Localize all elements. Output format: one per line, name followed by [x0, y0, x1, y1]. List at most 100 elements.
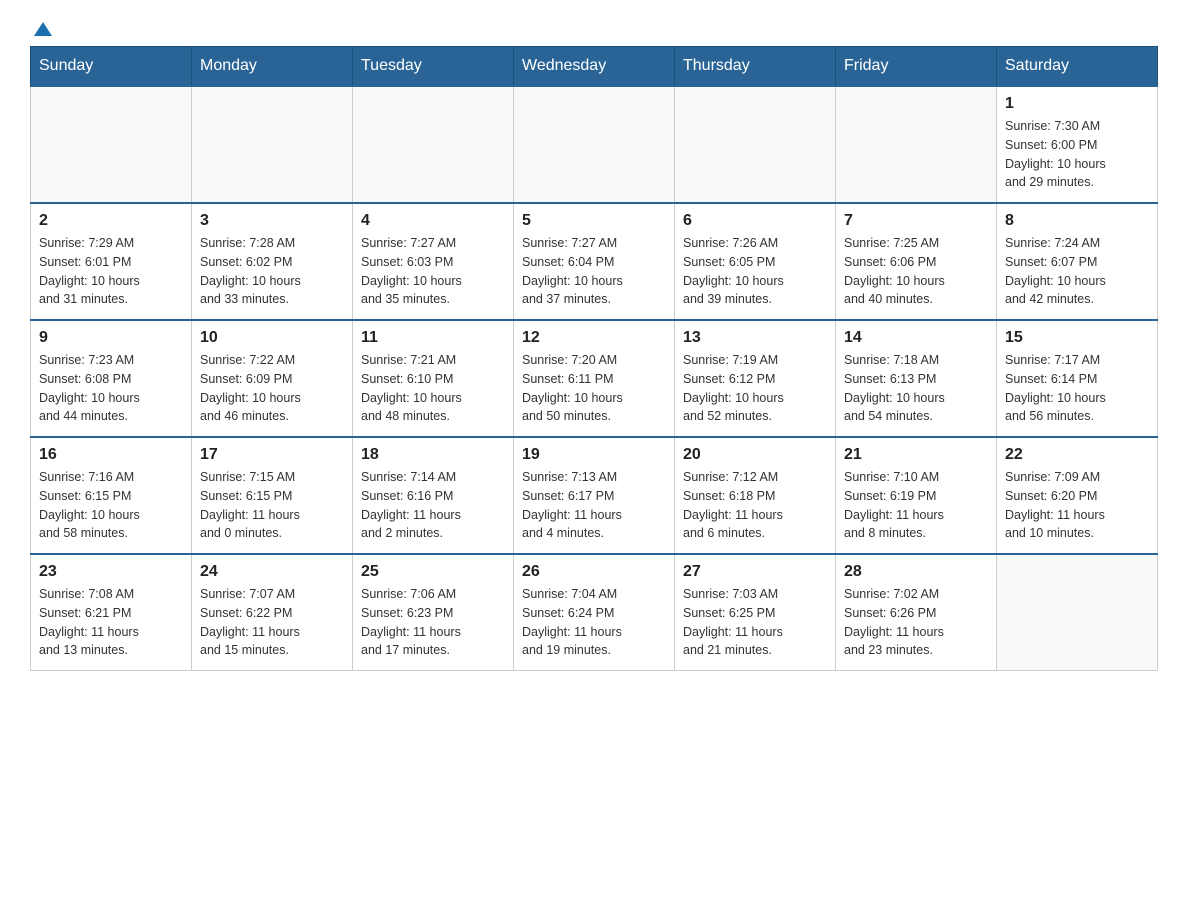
day-number: 14 — [844, 329, 988, 347]
calendar-body: 1 Sunrise: 7:30 AMSunset: 6:00 PMDaylight… — [31, 86, 1158, 671]
day-number: 4 — [361, 212, 505, 230]
day-info: Sunrise: 7:13 AMSunset: 6:17 PMDaylight:… — [522, 468, 666, 543]
calendar-cell: 26 Sunrise: 7:04 AMSunset: 6:24 PMDayligh… — [514, 554, 675, 671]
calendar-cell: 13 Sunrise: 7:19 AMSunset: 6:12 PMDayligh… — [675, 320, 836, 437]
calendar-cell: 18 Sunrise: 7:14 AMSunset: 6:16 PMDayligh… — [353, 437, 514, 554]
calendar-cell: 3 Sunrise: 7:28 AMSunset: 6:02 PMDaylight… — [192, 203, 353, 320]
page-header — [30, 20, 1158, 36]
calendar-cell: 15 Sunrise: 7:17 AMSunset: 6:14 PMDayligh… — [997, 320, 1158, 437]
day-number: 2 — [39, 212, 183, 230]
calendar-cell — [353, 86, 514, 203]
calendar-week-row: 1 Sunrise: 7:30 AMSunset: 6:00 PMDaylight… — [31, 86, 1158, 203]
day-info: Sunrise: 7:25 AMSunset: 6:06 PMDaylight:… — [844, 234, 988, 309]
calendar-cell — [31, 86, 192, 203]
day-info: Sunrise: 7:27 AMSunset: 6:03 PMDaylight:… — [361, 234, 505, 309]
calendar-cell: 5 Sunrise: 7:27 AMSunset: 6:04 PMDaylight… — [514, 203, 675, 320]
day-info: Sunrise: 7:10 AMSunset: 6:19 PMDaylight:… — [844, 468, 988, 543]
calendar-cell: 9 Sunrise: 7:23 AMSunset: 6:08 PMDaylight… — [31, 320, 192, 437]
day-number: 22 — [1005, 446, 1149, 464]
weekday-header-saturday: Saturday — [997, 47, 1158, 87]
calendar-cell: 17 Sunrise: 7:15 AMSunset: 6:15 PMDayligh… — [192, 437, 353, 554]
day-info: Sunrise: 7:07 AMSunset: 6:22 PMDaylight:… — [200, 585, 344, 660]
day-info: Sunrise: 7:18 AMSunset: 6:13 PMDaylight:… — [844, 351, 988, 426]
day-number: 21 — [844, 446, 988, 464]
calendar-cell — [675, 86, 836, 203]
day-info: Sunrise: 7:06 AMSunset: 6:23 PMDaylight:… — [361, 585, 505, 660]
day-number: 13 — [683, 329, 827, 347]
calendar-cell — [997, 554, 1158, 671]
logo-triangle-icon — [32, 18, 54, 40]
day-info: Sunrise: 7:09 AMSunset: 6:20 PMDaylight:… — [1005, 468, 1149, 543]
day-info: Sunrise: 7:20 AMSunset: 6:11 PMDaylight:… — [522, 351, 666, 426]
day-number: 15 — [1005, 329, 1149, 347]
calendar-cell: 11 Sunrise: 7:21 AMSunset: 6:10 PMDayligh… — [353, 320, 514, 437]
calendar-cell: 16Sunrise: 7:16 AMSunset: 6:15 PMDayligh… — [31, 437, 192, 554]
day-number: 7 — [844, 212, 988, 230]
calendar-cell: 25 Sunrise: 7:06 AMSunset: 6:23 PMDayligh… — [353, 554, 514, 671]
weekday-header-tuesday: Tuesday — [353, 47, 514, 87]
calendar-cell: 2 Sunrise: 7:29 AMSunset: 6:01 PMDaylight… — [31, 203, 192, 320]
weekday-header-friday: Friday — [836, 47, 997, 87]
calendar-week-row: 16Sunrise: 7:16 AMSunset: 6:15 PMDayligh… — [31, 437, 1158, 554]
weekday-header-monday: Monday — [192, 47, 353, 87]
day-number: 17 — [200, 446, 344, 464]
day-info: Sunrise: 7:22 AMSunset: 6:09 PMDaylight:… — [200, 351, 344, 426]
day-info: Sunrise: 7:02 AMSunset: 6:26 PMDaylight:… — [844, 585, 988, 660]
calendar-cell: 14 Sunrise: 7:18 AMSunset: 6:13 PMDayligh… — [836, 320, 997, 437]
weekday-header-thursday: Thursday — [675, 47, 836, 87]
day-number: 8 — [1005, 212, 1149, 230]
calendar-cell — [192, 86, 353, 203]
calendar-cell: 19 Sunrise: 7:13 AMSunset: 6:17 PMDayligh… — [514, 437, 675, 554]
day-number: 18 — [361, 446, 505, 464]
day-number: 6 — [683, 212, 827, 230]
day-info: Sunrise: 7:23 AMSunset: 6:08 PMDaylight:… — [39, 351, 183, 426]
calendar-cell: 28 Sunrise: 7:02 AMSunset: 6:26 PMDayligh… — [836, 554, 997, 671]
calendar-cell: 4 Sunrise: 7:27 AMSunset: 6:03 PMDaylight… — [353, 203, 514, 320]
day-info: Sunrise: 7:29 AMSunset: 6:01 PMDaylight:… — [39, 234, 183, 309]
calendar-cell: 6 Sunrise: 7:26 AMSunset: 6:05 PMDaylight… — [675, 203, 836, 320]
calendar-cell: 23Sunrise: 7:08 AMSunset: 6:21 PMDayligh… — [31, 554, 192, 671]
calendar-cell — [514, 86, 675, 203]
day-info: Sunrise: 7:14 AMSunset: 6:16 PMDaylight:… — [361, 468, 505, 543]
day-number: 9 — [39, 329, 183, 347]
day-number: 1 — [1005, 95, 1149, 113]
day-number: 25 — [361, 563, 505, 581]
calendar-week-row: 2 Sunrise: 7:29 AMSunset: 6:01 PMDaylight… — [31, 203, 1158, 320]
weekday-header-sunday: Sunday — [31, 47, 192, 87]
logo — [30, 20, 54, 36]
calendar-header: SundayMondayTuesdayWednesdayThursdayFrid… — [31, 47, 1158, 87]
calendar-cell: 22 Sunrise: 7:09 AMSunset: 6:20 PMDayligh… — [997, 437, 1158, 554]
day-number: 5 — [522, 212, 666, 230]
day-number: 11 — [361, 329, 505, 347]
weekday-header-wednesday: Wednesday — [514, 47, 675, 87]
day-number: 19 — [522, 446, 666, 464]
calendar-cell: 24Sunrise: 7:07 AMSunset: 6:22 PMDayligh… — [192, 554, 353, 671]
day-info: Sunrise: 7:16 AMSunset: 6:15 PMDaylight:… — [39, 468, 183, 543]
calendar-cell — [836, 86, 997, 203]
day-info: Sunrise: 7:08 AMSunset: 6:21 PMDaylight:… — [39, 585, 183, 660]
day-info: Sunrise: 7:26 AMSunset: 6:05 PMDaylight:… — [683, 234, 827, 309]
calendar-cell: 20Sunrise: 7:12 AMSunset: 6:18 PMDayligh… — [675, 437, 836, 554]
calendar-cell: 12 Sunrise: 7:20 AMSunset: 6:11 PMDayligh… — [514, 320, 675, 437]
day-number: 3 — [200, 212, 344, 230]
day-info: Sunrise: 7:17 AMSunset: 6:14 PMDaylight:… — [1005, 351, 1149, 426]
day-info: Sunrise: 7:27 AMSunset: 6:04 PMDaylight:… — [522, 234, 666, 309]
day-number: 10 — [200, 329, 344, 347]
day-number: 26 — [522, 563, 666, 581]
calendar-table: SundayMondayTuesdayWednesdayThursdayFrid… — [30, 46, 1158, 671]
day-info: Sunrise: 7:03 AMSunset: 6:25 PMDaylight:… — [683, 585, 827, 660]
day-number: 27 — [683, 563, 827, 581]
day-info: Sunrise: 7:24 AMSunset: 6:07 PMDaylight:… — [1005, 234, 1149, 309]
weekday-header-row: SundayMondayTuesdayWednesdayThursdayFrid… — [31, 47, 1158, 87]
day-info: Sunrise: 7:30 AMSunset: 6:00 PMDaylight:… — [1005, 117, 1149, 192]
calendar-cell: 10 Sunrise: 7:22 AMSunset: 6:09 PMDayligh… — [192, 320, 353, 437]
calendar-week-row: 23Sunrise: 7:08 AMSunset: 6:21 PMDayligh… — [31, 554, 1158, 671]
day-info: Sunrise: 7:21 AMSunset: 6:10 PMDaylight:… — [361, 351, 505, 426]
day-number: 12 — [522, 329, 666, 347]
day-info: Sunrise: 7:15 AMSunset: 6:15 PMDaylight:… — [200, 468, 344, 543]
day-number: 20 — [683, 446, 827, 464]
day-number: 28 — [844, 563, 988, 581]
day-info: Sunrise: 7:28 AMSunset: 6:02 PMDaylight:… — [200, 234, 344, 309]
day-info: Sunrise: 7:04 AMSunset: 6:24 PMDaylight:… — [522, 585, 666, 660]
day-info: Sunrise: 7:19 AMSunset: 6:12 PMDaylight:… — [683, 351, 827, 426]
